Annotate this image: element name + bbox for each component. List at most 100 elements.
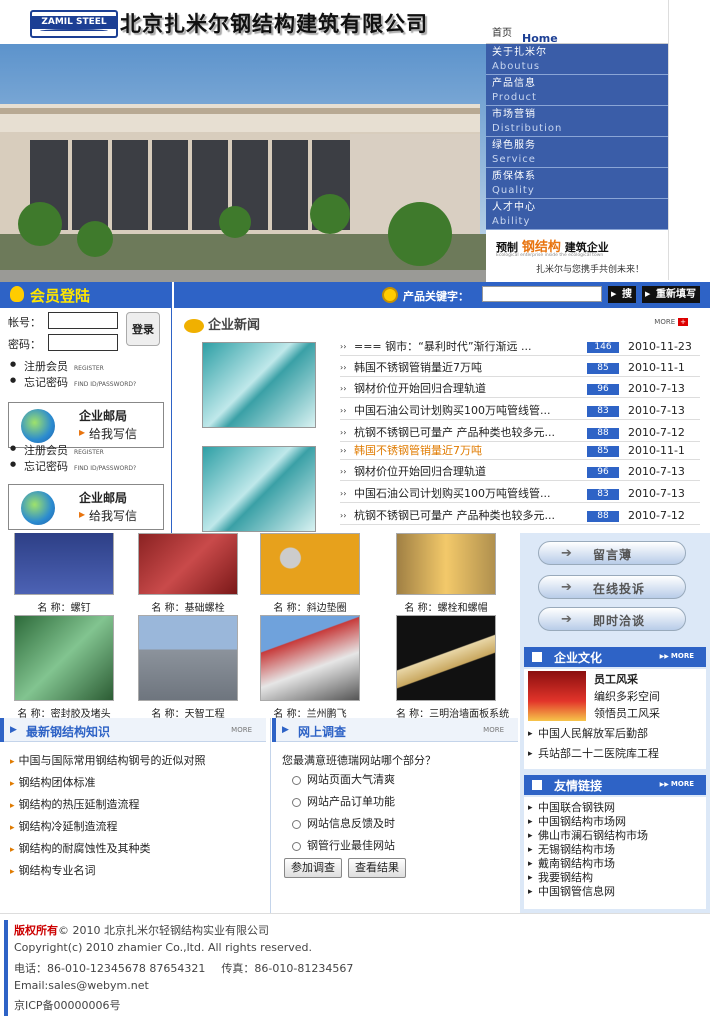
culture-item[interactable]: 领悟员工风采 — [594, 705, 660, 721]
links-more-link[interactable]: MORE — [660, 780, 694, 788]
radio-icon[interactable] — [292, 819, 301, 829]
news-title-link[interactable]: 钢材价位开始回归合理轨道 — [354, 463, 486, 481]
mail-link[interactable]: 给我写信 — [79, 425, 137, 442]
icp-number[interactable]: 京ICP备00000006号 — [14, 997, 121, 1013]
radio-icon[interactable] — [292, 775, 301, 785]
password-input[interactable] — [48, 334, 118, 351]
nav-item-service[interactable]: 绿色服务 Service — [486, 137, 668, 168]
survey-option[interactable]: 网站信息反馈及时 — [292, 815, 395, 831]
survey-more-link[interactable]: MORE — [483, 726, 504, 734]
product-item[interactable]: 名 称：螺栓和螺帽 — [396, 533, 496, 614]
nav-item-quality[interactable]: 质保体系 Quality — [486, 168, 668, 199]
login-button[interactable]: 登录 — [126, 312, 160, 346]
nav-item-ability[interactable]: 人才中心 Ability — [486, 199, 668, 230]
news-title-link[interactable]: 杭钢不锈钢已可量产 产品种类也较多元... — [354, 424, 555, 442]
news-row[interactable]: ›› 杭钢不锈钢已可量产 产品种类也较多元... 88 2010-7-12 — [340, 507, 700, 525]
culture-photo[interactable] — [528, 671, 586, 721]
news-title-link[interactable]: === 钢市：“暴利时代”渐行渐远 ... — [354, 338, 532, 356]
forgot-password-link-duplicate[interactable]: 忘记密码 FIND ID/PASSWORD? — [10, 458, 136, 474]
complaint-button[interactable]: ➔ 在线投诉 — [538, 575, 686, 599]
guestbook-button[interactable]: ➔ 留言薄 — [538, 541, 686, 565]
mail-box-duplicate[interactable]: 企业邮局 给我写信 — [8, 484, 164, 530]
product-image[interactable] — [138, 533, 238, 595]
news-thumbnail[interactable] — [202, 342, 316, 428]
culture-link[interactable]: 中国人民解放军后勤部 — [524, 727, 648, 741]
mail-link[interactable]: 给我写信 — [79, 507, 137, 524]
news-row[interactable]: ›› 中国石油公司计划购买100万吨管线管... 83 2010-7-13 — [340, 402, 700, 420]
product-item[interactable]: 名 称：基础螺栓 — [138, 533, 238, 614]
logo-swoosh — [40, 29, 108, 33]
friend-link[interactable]: 戴南钢结构市场 — [524, 857, 615, 871]
knowledge-more-link[interactable]: MORE — [231, 726, 252, 734]
radio-icon[interactable] — [292, 841, 301, 851]
product-image[interactable] — [396, 615, 496, 701]
knowledge-link[interactable]: 中国与国际常用钢结构钢号的近似对照 — [10, 752, 206, 768]
register-link-duplicate[interactable]: 注册会员 REGISTER — [10, 442, 104, 458]
news-more-link[interactable]: MORE — [654, 318, 688, 326]
product-item[interactable]: 名 称：密封胶及堵头 — [14, 615, 114, 720]
friend-link[interactable]: 我要钢结构 — [524, 871, 593, 885]
news-row[interactable]: ›› 中国石油公司计划购买100万吨管线管... 83 2010-7-13 — [340, 485, 700, 503]
view-results-button[interactable]: 查看结果 — [348, 858, 406, 878]
friend-link[interactable]: 中国钢管信息网 — [524, 885, 615, 899]
news-row[interactable]: ›› 钢材价位开始回归合理轨道 96 2010-7-13 — [340, 380, 700, 398]
knowledge-link[interactable]: 钢结构专业名词 — [10, 862, 96, 878]
product-image[interactable] — [260, 615, 360, 701]
knowledge-link[interactable]: 钢结构的热压延制造流程 — [10, 796, 140, 812]
news-thumbnail[interactable] — [202, 446, 316, 532]
knowledge-link[interactable]: 钢结构的耐腐蚀性及其种类 — [10, 840, 151, 856]
culture-item[interactable]: 员工风采 — [594, 671, 638, 687]
zamil-steel-logo[interactable]: ZAMIL STEEL — [30, 10, 118, 38]
forgot-password-link[interactable]: 忘记密码 FIND ID/PASSWORD? — [10, 374, 136, 390]
culture-item[interactable]: 编织多彩空间 — [594, 688, 660, 704]
vote-button[interactable]: 参加调查 — [284, 858, 342, 878]
news-title-link[interactable]: 韩国不锈钢管销量近7万吨 — [354, 359, 482, 377]
knowledge-link[interactable]: 钢结构团体标准 — [10, 774, 96, 790]
nav-home[interactable]: 首页 Home — [486, 0, 668, 45]
product-item[interactable]: 名 称：螺钉 — [14, 533, 114, 614]
radio-icon[interactable] — [292, 797, 301, 807]
friend-link[interactable]: 中国联合钢铁网 — [524, 801, 615, 815]
news-row[interactable]: ›› 韩国不锈钢管销量近7万吨 85 2010-11-1 — [340, 442, 700, 460]
survey-option[interactable]: 钢管行业最佳网站 — [292, 837, 395, 853]
nav-item-label: 绿色服务 — [492, 140, 536, 151]
register-link[interactable]: 注册会员 REGISTER — [10, 358, 104, 374]
search-input[interactable] — [482, 286, 602, 302]
nav-item-product[interactable]: 产品信息 Product — [486, 75, 668, 106]
register-en: REGISTER — [74, 365, 104, 372]
nav-item-aboutus[interactable]: 关于扎米尔 Aboutus — [486, 44, 668, 75]
news-row[interactable]: ›› 韩国不锈钢管销量近7万吨 85 2010-11-1 — [340, 359, 700, 377]
news-row[interactable]: ›› 钢材价位开始回归合理轨道 96 2010-7-13 — [340, 463, 700, 481]
product-image[interactable] — [14, 615, 114, 701]
product-item[interactable]: 名 称：斜边垫圈 — [260, 533, 360, 614]
survey-option[interactable]: 网站页面大气清爽 — [292, 771, 395, 787]
news-title-link[interactable]: 中国石油公司计划购买100万吨管线管... — [354, 485, 550, 503]
product-image[interactable] — [14, 533, 114, 595]
friend-link[interactable]: 无锡钢结构市场 — [524, 843, 615, 857]
news-title-link[interactable]: 钢材价位开始回归合理轨道 — [354, 380, 486, 398]
reset-button[interactable]: 重新填写 — [642, 286, 700, 303]
product-item[interactable]: 名 称：兰州鹏飞 — [260, 615, 360, 720]
culture-more-link[interactable]: MORE — [660, 652, 694, 660]
knowledge-link[interactable]: 钢结构冷延制造流程 — [10, 818, 118, 834]
friend-link[interactable]: 中国钢结构市场网 — [524, 815, 626, 829]
search-button[interactable]: 搜 — [608, 286, 636, 303]
news-row[interactable]: ›› === 钢市：“暴利时代”渐行渐远 ... 146 2010-11-23 — [340, 338, 700, 356]
product-image[interactable] — [396, 533, 496, 595]
live-chat-button[interactable]: ➔ 即时洽谈 — [538, 607, 686, 631]
product-image[interactable] — [260, 533, 360, 595]
register-en: REGISTER — [74, 449, 104, 456]
friend-link[interactable]: 佛山市澜石钢结构市场 — [524, 829, 648, 843]
nav-item-distribution[interactable]: 市场营销 Distribution — [486, 106, 668, 137]
news-title-link[interactable]: 中国石油公司计划购买100万吨管线管... — [354, 402, 550, 420]
news-title-link[interactable]: 杭钢不锈钢已可量产 产品种类也较多元... — [354, 507, 555, 525]
news-row[interactable]: ›› 杭钢不锈钢已可量产 产品种类也较多元... 88 2010-7-12 — [340, 424, 700, 442]
survey-option[interactable]: 网站产品订单功能 — [292, 793, 395, 809]
product-item[interactable]: 名 称：三明治墙面板系统 — [396, 615, 509, 720]
news-title-link[interactable]: 韩国不锈钢管销量近7万吨 — [354, 442, 482, 460]
email[interactable]: Email:sales@webym.net — [14, 979, 149, 992]
product-image[interactable] — [138, 615, 238, 701]
product-item[interactable]: 名 称：天智工程 — [138, 615, 238, 720]
culture-link[interactable]: 兵站部二十二医院库工程 — [524, 747, 659, 761]
account-input[interactable] — [48, 312, 118, 329]
